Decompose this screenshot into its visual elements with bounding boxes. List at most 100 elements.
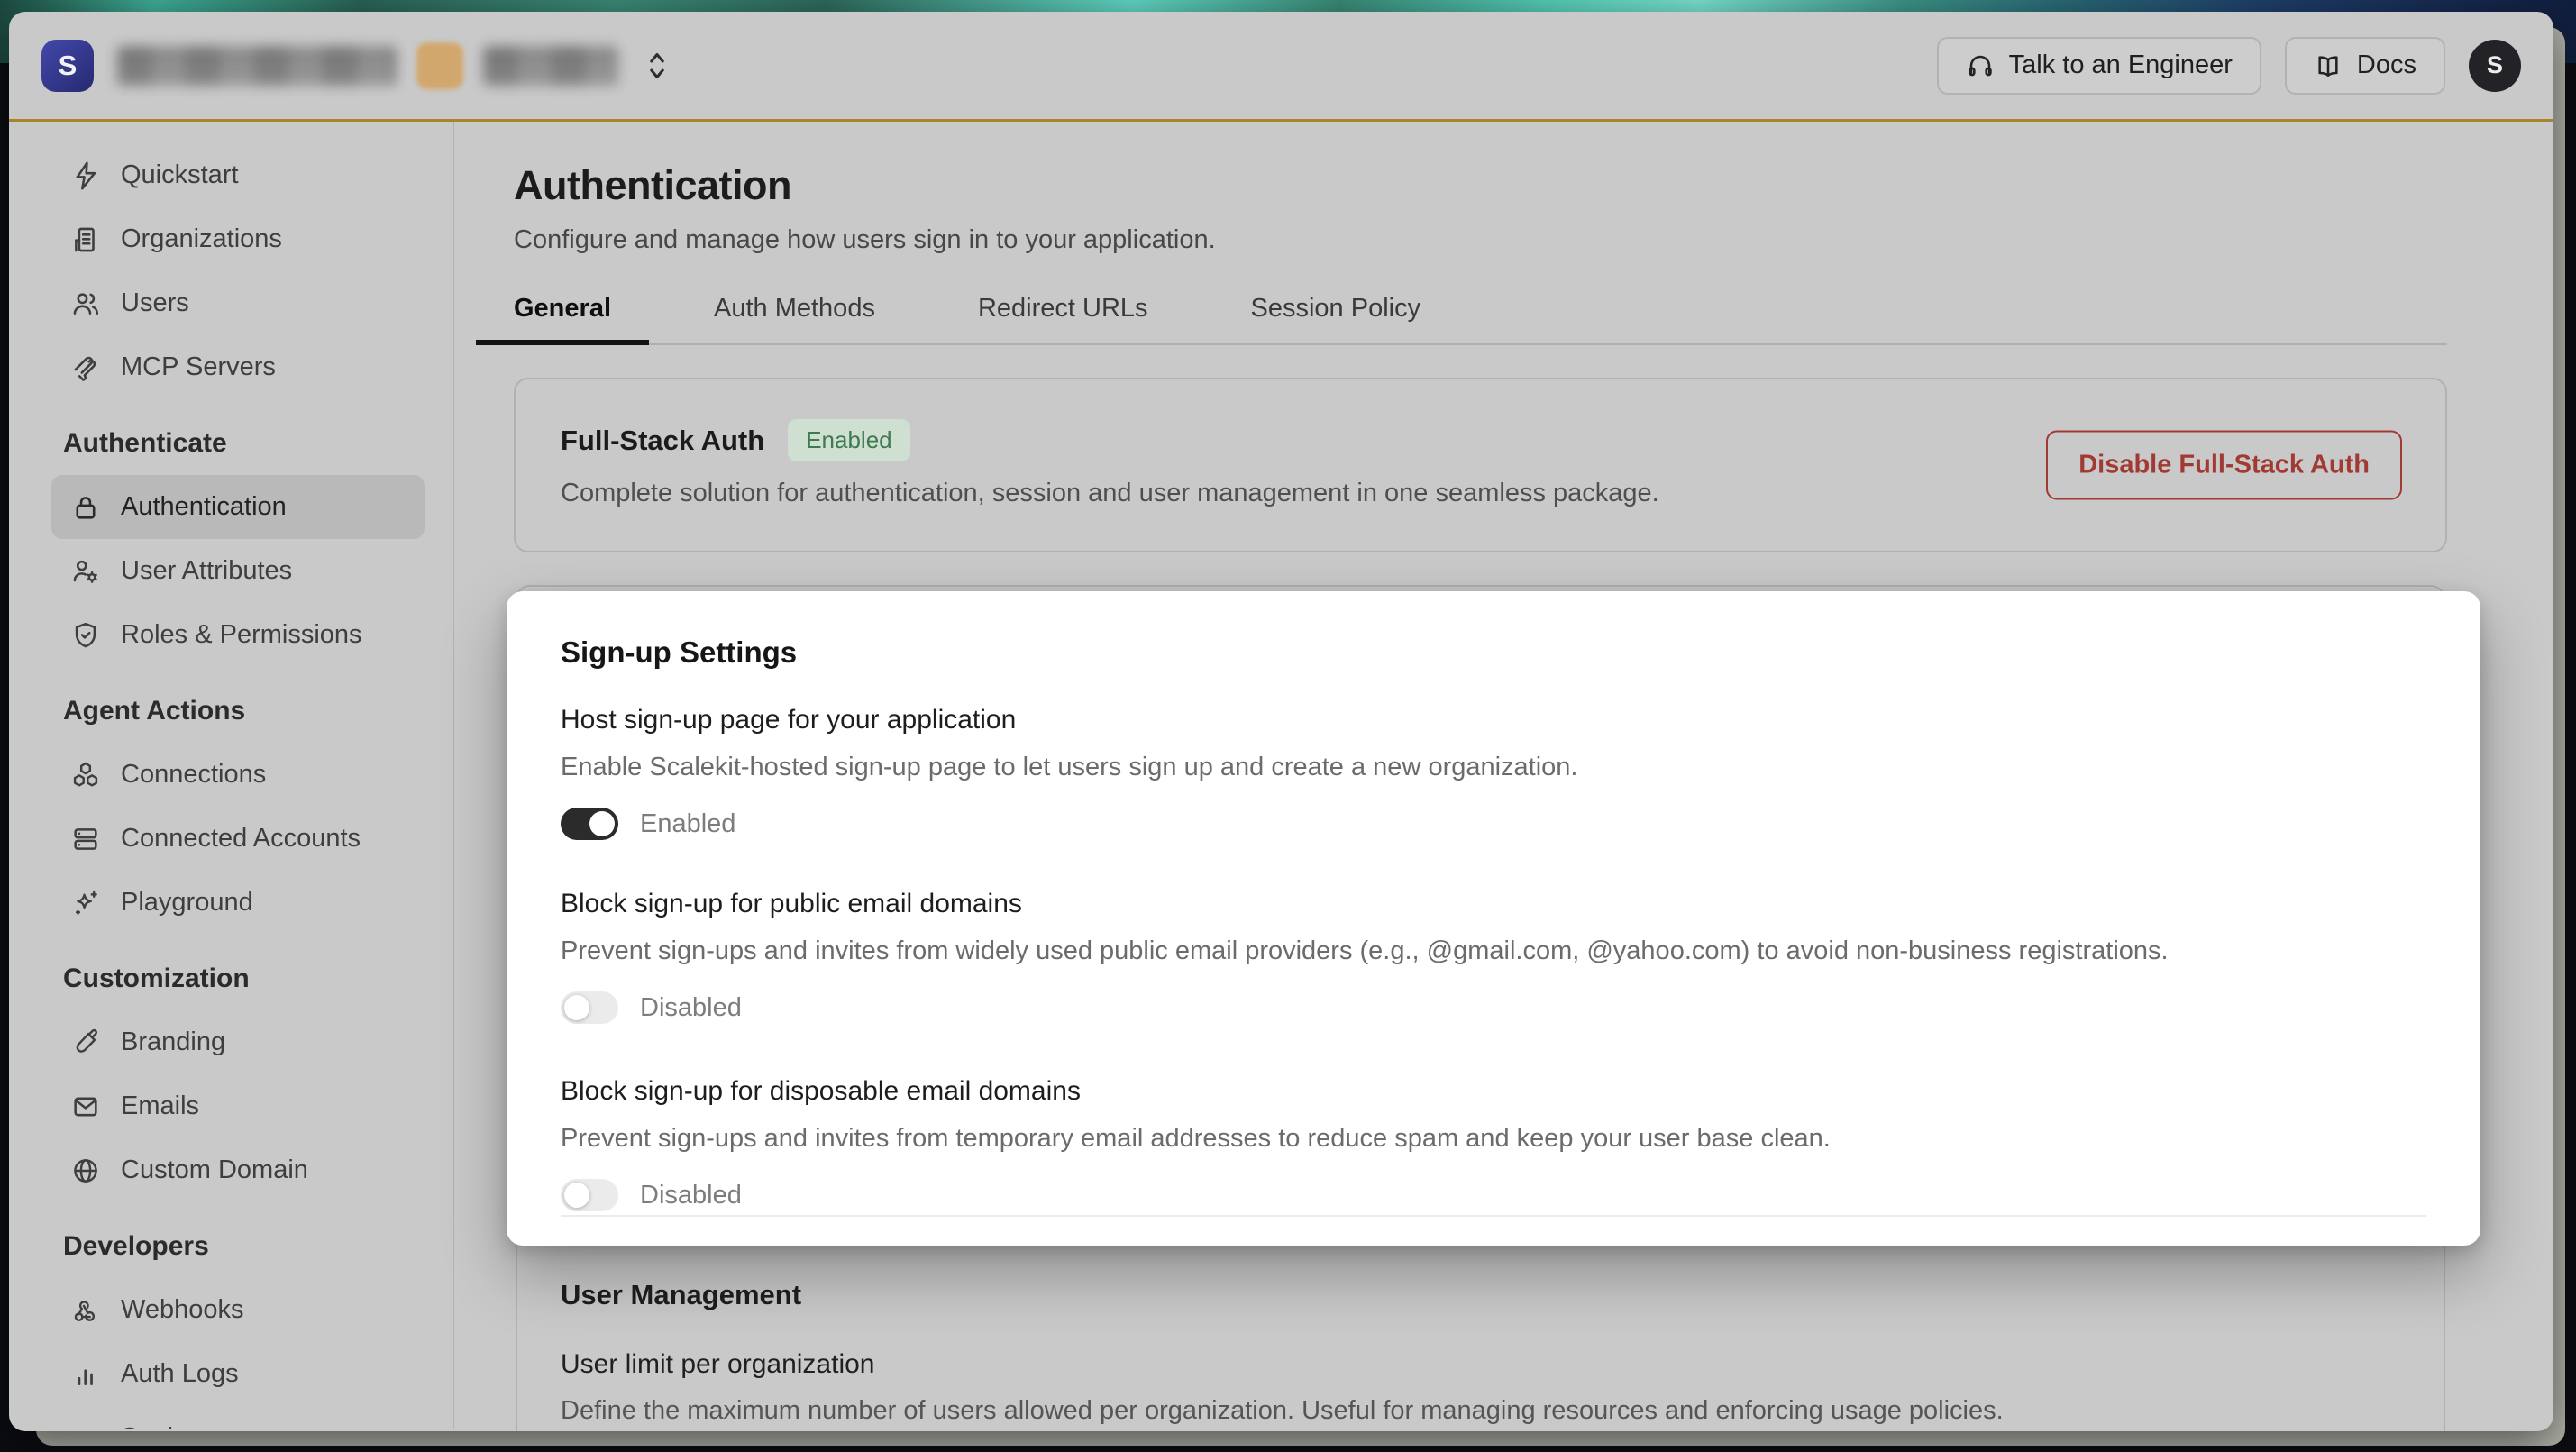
setting-desc-block-public: Prevent sign-ups and invites from widely… (561, 936, 2426, 966)
setting-title-host-signup: Host sign-up page for your application (561, 703, 2426, 737)
lock-icon (70, 492, 101, 523)
sidebar-item-label: User Attributes (121, 556, 292, 586)
project-name-redacted (483, 46, 618, 86)
sidebar-item-user-attributes[interactable]: User Attributes (9, 539, 453, 603)
user-gear-icon (70, 556, 101, 587)
sidebar-item-webhooks[interactable]: Webhooks (9, 1278, 453, 1342)
sidebar-item-users[interactable]: Users (9, 271, 453, 335)
user-limit-description: Define the maximum number of users allow… (561, 1396, 2004, 1426)
sidebar-item-organizations[interactable]: Organizations (9, 207, 453, 271)
full-stack-auth-title: Full-Stack Auth (561, 425, 764, 457)
general-tab-section-card: Sign-up Settings Host sign-up page for y… (516, 585, 2445, 1431)
building-icon (70, 224, 101, 255)
sidebar-item-label: Custom Domain (121, 1155, 308, 1185)
sidebar-item-mcp-servers[interactable]: MCP Servers (9, 335, 453, 399)
user-management-heading: User Management (561, 1279, 2004, 1311)
workspace-logo[interactable]: S (41, 40, 94, 92)
sidebar-item-custom-domain[interactable]: Custom Domain (9, 1138, 453, 1202)
book-icon (2314, 51, 2343, 80)
users-icon (70, 288, 101, 319)
main-content: Authentication Configure and manage how … (454, 122, 2553, 1429)
tab-bar: General Auth Methods Redirect URLs Sessi… (514, 293, 2447, 345)
bar-chart-icon (70, 1359, 101, 1390)
sidebar-item-connected-accounts[interactable]: Connected Accounts (9, 807, 453, 871)
zap-icon (70, 160, 101, 191)
enabled-badge: Enabled (788, 419, 909, 461)
sidebar-item-authentication[interactable]: Authentication (51, 475, 425, 539)
sidebar-item-quickstart[interactable]: Quickstart (9, 143, 453, 207)
full-stack-auth-description: Complete solution for authentication, se… (561, 479, 1659, 508)
sidebar-section-developers: Developers (9, 1202, 453, 1278)
sidebar-section-authenticate: Authenticate (9, 399, 453, 475)
setting-desc-host-signup: Enable Scalekit-hosted sign-up page to l… (561, 752, 2426, 782)
workspace-switcher[interactable] (117, 42, 671, 89)
sidebar: Quickstart Organizations Users MCP Serve… (9, 122, 454, 1429)
shield-check-icon (70, 620, 101, 651)
block-disposable-email-toggle[interactable] (561, 1179, 618, 1211)
tab-auth-methods[interactable]: Auth Methods (676, 293, 913, 343)
toggle-knob (564, 995, 589, 1020)
sidebar-item-label: Organizations (121, 224, 282, 254)
sidebar-item-label: Quickstart (121, 160, 239, 190)
webhook-icon (70, 1295, 101, 1326)
sidebar-item-label: Settings (121, 1423, 215, 1429)
sidebar-item-label: Webhooks (121, 1295, 244, 1325)
setting-desc-block-disposable: Prevent sign-ups and invites from tempor… (561, 1123, 2426, 1154)
sidebar-item-label: Auth Logs (121, 1359, 239, 1389)
toggle-knob (589, 811, 615, 836)
card-divider (561, 1215, 2426, 1217)
docs-label: Docs (2357, 50, 2416, 80)
sidebar-item-label: Branding (121, 1027, 225, 1057)
project-icon-redacted (416, 42, 463, 89)
sidebar-item-label: Users (121, 288, 189, 318)
user-avatar[interactable]: S (2469, 40, 2521, 92)
talk-to-engineer-label: Talk to an Engineer (2009, 50, 2233, 80)
talk-to-engineer-button[interactable]: Talk to an Engineer (1937, 37, 2261, 95)
user-management-section: User Management User limit per organizat… (561, 1279, 2004, 1426)
sparkle-icon (70, 888, 101, 918)
envelope-icon (70, 1091, 101, 1122)
sidebar-item-connections[interactable]: Connections (9, 743, 453, 807)
sidebar-item-label: Roles & Permissions (121, 620, 362, 650)
workspace-name-redacted (117, 46, 397, 86)
block-disposable-email-toggle-label: Disabled (640, 1181, 742, 1210)
sliders-icon (70, 1423, 101, 1429)
page-title: Authentication (514, 161, 2553, 210)
setting-title-block-public: Block sign-up for public email domains (561, 887, 2426, 921)
chevron-up-down-icon[interactable] (644, 49, 671, 83)
signup-settings-heading: Sign-up Settings (561, 635, 2426, 671)
sidebar-section-customization: Customization (9, 935, 453, 1010)
block-public-email-toggle-label: Disabled (640, 993, 742, 1023)
headphones-icon (1966, 51, 1995, 80)
sidebar-item-settings[interactable]: Settings (9, 1406, 453, 1429)
sidebar-item-label: Connections (121, 760, 266, 790)
sidebar-item-emails[interactable]: Emails (9, 1074, 453, 1138)
signup-settings-card: Sign-up Settings Host sign-up page for y… (507, 591, 2480, 1246)
mcp-icon (70, 352, 101, 383)
full-stack-auth-card: Full-Stack Auth Enabled Complete solutio… (514, 378, 2447, 552)
stacked-cards-icon (70, 824, 101, 854)
block-public-email-toggle[interactable] (561, 991, 618, 1024)
user-limit-title: User limit per organization (561, 1349, 2004, 1380)
tab-session-policy[interactable]: Session Policy (1213, 293, 1459, 343)
page-subtitle: Configure and manage how users sign in t… (514, 224, 2553, 255)
top-bar-actions: Talk to an Engineer Docs S (1937, 37, 2521, 95)
sidebar-item-label: MCP Servers (121, 352, 276, 382)
sidebar-item-label: Playground (121, 888, 253, 918)
sidebar-section-agent-actions: Agent Actions (9, 667, 453, 743)
tab-redirect-urls[interactable]: Redirect URLs (940, 293, 1186, 343)
sidebar-item-roles-permissions[interactable]: Roles & Permissions (9, 603, 453, 667)
toggle-knob (564, 1183, 589, 1208)
sidebar-item-auth-logs[interactable]: Auth Logs (9, 1342, 453, 1406)
host-signup-toggle[interactable] (561, 808, 618, 840)
sidebar-item-branding[interactable]: Branding (9, 1010, 453, 1074)
top-bar: S Talk to an Engineer (9, 12, 2553, 122)
disable-full-stack-auth-button[interactable]: Disable Full-Stack Auth (2046, 431, 2402, 500)
docs-button[interactable]: Docs (2285, 37, 2445, 95)
paintbrush-icon (70, 1027, 101, 1058)
globe-icon (70, 1155, 101, 1186)
cubes-icon (70, 760, 101, 790)
sidebar-item-label: Emails (121, 1091, 199, 1121)
tab-general[interactable]: General (476, 293, 649, 343)
sidebar-item-playground[interactable]: Playground (9, 871, 453, 935)
